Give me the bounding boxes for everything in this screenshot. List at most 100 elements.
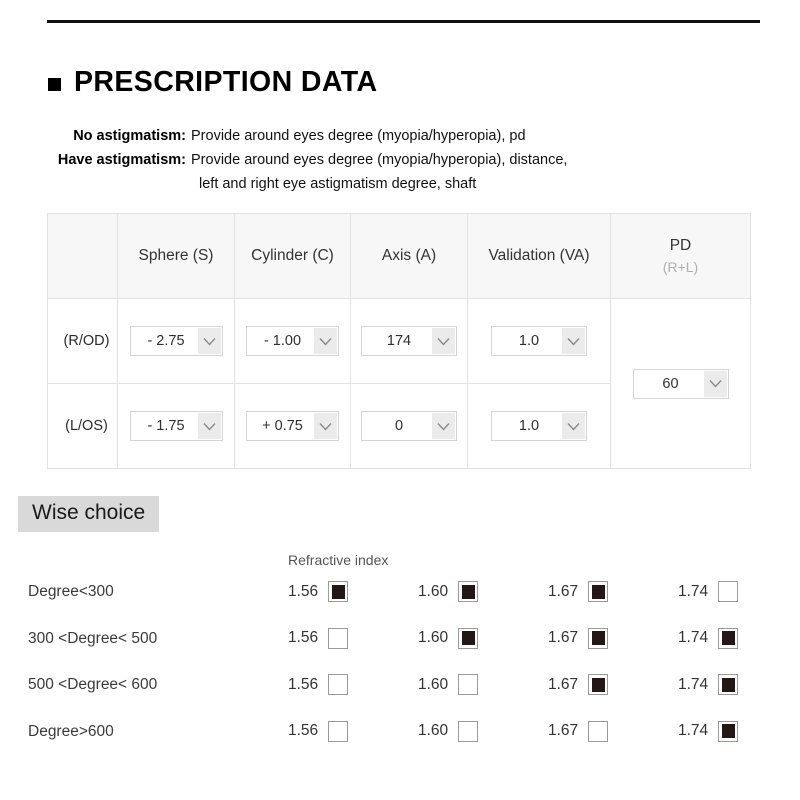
checkbox-degree-500-600-156[interactable]	[328, 674, 349, 695]
page-title-text: PRESCRIPTION DATA	[74, 66, 378, 98]
page-title: PRESCRIPTION DATA	[48, 68, 377, 97]
cell-validation-left: 1.0	[467, 383, 611, 469]
chevron-down-icon	[432, 328, 455, 354]
choice-cell: 1.60	[418, 720, 479, 742]
note-row-no-astigmatism: No astigmatism: Provide around eyes degr…	[0, 126, 760, 146]
checkbox-degree-gt600-167[interactable]	[588, 720, 609, 742]
choice-cell: 1.67	[548, 627, 609, 649]
choice-cell: 1.60	[418, 581, 479, 602]
axis-right-value: 174	[386, 333, 412, 349]
checkbox-fill	[591, 584, 605, 599]
choice-row-label: 300 <Degree< 500	[28, 629, 158, 647]
checkbox-degree-500-600-160[interactable]	[458, 674, 479, 695]
choice-cell: 1.74	[678, 720, 739, 742]
note-value-have-astigmatism: Provide around eyes degree (myopia/hyper…	[191, 152, 568, 168]
checkbox-degree-lt300-160[interactable]	[458, 581, 479, 602]
choice-cell: 1.56	[288, 627, 349, 649]
table-header-axis: Axis (A)	[350, 213, 468, 299]
cylinder-left-value: + 0.75	[262, 418, 303, 434]
refractive-index-value: 1.74	[678, 582, 709, 600]
refractive-index-value: 1.67	[548, 582, 579, 600]
checkbox-fill	[591, 631, 605, 645]
chevron-down-icon	[197, 413, 221, 439]
note-row-have-astigmatism: Have astigmatism: Provide around eyes de…	[0, 150, 760, 170]
table-header-corner	[47, 213, 118, 299]
checkbox-degree-300-500-174[interactable]	[718, 627, 739, 649]
choice-cell: 1.56	[288, 581, 349, 602]
cell-cylinder-right: - 1.00	[234, 298, 351, 384]
refractive-index-value: 1.60	[418, 722, 449, 739]
cylinder-right-value: - 1.00	[263, 333, 302, 349]
note-value-no-astigmatism: Provide around eyes degree (myopia/hyper…	[191, 128, 526, 144]
checkbox-fill	[721, 631, 735, 645]
cell-axis-left: 0	[350, 383, 468, 469]
choice-row-label: Degree<300	[28, 583, 114, 600]
chevron-down-icon	[562, 328, 585, 354]
header-divider-rule	[47, 20, 760, 23]
checkbox-fill	[461, 584, 475, 599]
checkbox-fill	[721, 724, 735, 738]
checkbox-degree-gt600-174[interactable]	[718, 720, 739, 742]
choice-row: Degree<300 1.56 1.60 1.67 1.74	[0, 578, 800, 625]
table-header-validation: Validation (VA)	[467, 213, 611, 299]
checkbox-fill	[591, 677, 605, 692]
refractive-index-value: 1.60	[418, 582, 449, 600]
checkbox-degree-lt300-167[interactable]	[588, 581, 609, 602]
choice-cell: 1.67	[548, 674, 609, 695]
checkbox-degree-lt300-156[interactable]	[328, 581, 349, 602]
table-header-pd-main: PD	[669, 237, 692, 254]
refractive-index-value: 1.56	[288, 629, 319, 646]
cell-pd: 60	[610, 298, 751, 469]
checkbox-fill	[331, 584, 345, 599]
black-square-bullet-icon	[48, 77, 61, 91]
row-label-left-eye: (L/OS)	[47, 383, 118, 469]
checkbox-fill	[721, 677, 735, 692]
refractive-index-value: 1.67	[548, 629, 579, 646]
cell-cylinder-left: + 0.75	[234, 383, 351, 469]
refractive-index-choice-grid: Degree<300 1.56 1.60 1.67 1.74 300 <Degr…	[0, 578, 800, 764]
table-header-cylinder: Cylinder (C)	[234, 213, 351, 299]
axis-left-select[interactable]: 0	[361, 411, 457, 441]
cell-axis-right: 174	[350, 298, 468, 384]
chevron-down-icon	[314, 413, 337, 439]
cell-sphere-right: - 2.75	[117, 298, 235, 384]
table-header-row: Sphere (S) Cylinder (C) Axis (A) Validat…	[47, 213, 751, 299]
validation-left-select[interactable]: 1.0	[491, 411, 587, 441]
choice-row: Degree>600 1.56 1.60 1.67 1.74	[0, 718, 800, 765]
cylinder-left-select[interactable]: + 0.75	[246, 411, 339, 441]
checkbox-degree-lt300-174[interactable]	[718, 581, 739, 602]
cell-validation-right: 1.0	[467, 298, 611, 384]
choice-cell: 1.74	[678, 581, 739, 602]
checkbox-degree-300-500-156[interactable]	[328, 627, 349, 649]
sphere-right-select[interactable]: - 2.75	[129, 326, 223, 356]
chevron-down-icon	[197, 328, 221, 354]
pd-select[interactable]: 60	[632, 368, 729, 399]
checkbox-degree-gt600-156[interactable]	[328, 720, 349, 742]
checkbox-degree-500-600-167[interactable]	[588, 674, 609, 695]
choice-cell: 1.56	[288, 720, 349, 742]
choice-cell: 1.74	[678, 674, 739, 695]
choice-cell: 1.60	[418, 627, 479, 649]
chevron-down-icon	[562, 413, 585, 439]
checkbox-degree-gt600-160[interactable]	[458, 720, 479, 742]
checkbox-degree-500-600-174[interactable]	[718, 674, 739, 695]
checkbox-degree-300-500-160[interactable]	[458, 627, 479, 649]
sphere-left-select[interactable]: - 1.75	[129, 411, 223, 441]
axis-right-select[interactable]: 174	[361, 326, 457, 356]
choice-row: 300 <Degree< 500 1.56 1.60 1.67 1.74	[0, 625, 800, 672]
note-label-no-astigmatism: No astigmatism:	[73, 128, 186, 144]
choice-row-label: 500 <Degree< 600	[28, 676, 158, 693]
refractive-index-label: Refractive index	[288, 552, 389, 568]
sphere-right-value: - 2.75	[147, 333, 185, 349]
refractive-index-value: 1.67	[548, 722, 579, 739]
row-label-right-eye: (R/OD)	[47, 298, 118, 384]
refractive-index-value: 1.74	[678, 629, 709, 646]
validation-right-value: 1.0	[518, 333, 540, 349]
cylinder-right-select[interactable]: - 1.00	[246, 326, 339, 356]
choice-row-label: Degree>600	[28, 722, 114, 740]
checkbox-degree-300-500-167[interactable]	[588, 627, 609, 649]
validation-right-select[interactable]: 1.0	[491, 326, 587, 356]
chevron-down-icon	[703, 370, 727, 397]
chevron-down-icon	[314, 328, 337, 354]
validation-left-value: 1.0	[518, 418, 540, 434]
